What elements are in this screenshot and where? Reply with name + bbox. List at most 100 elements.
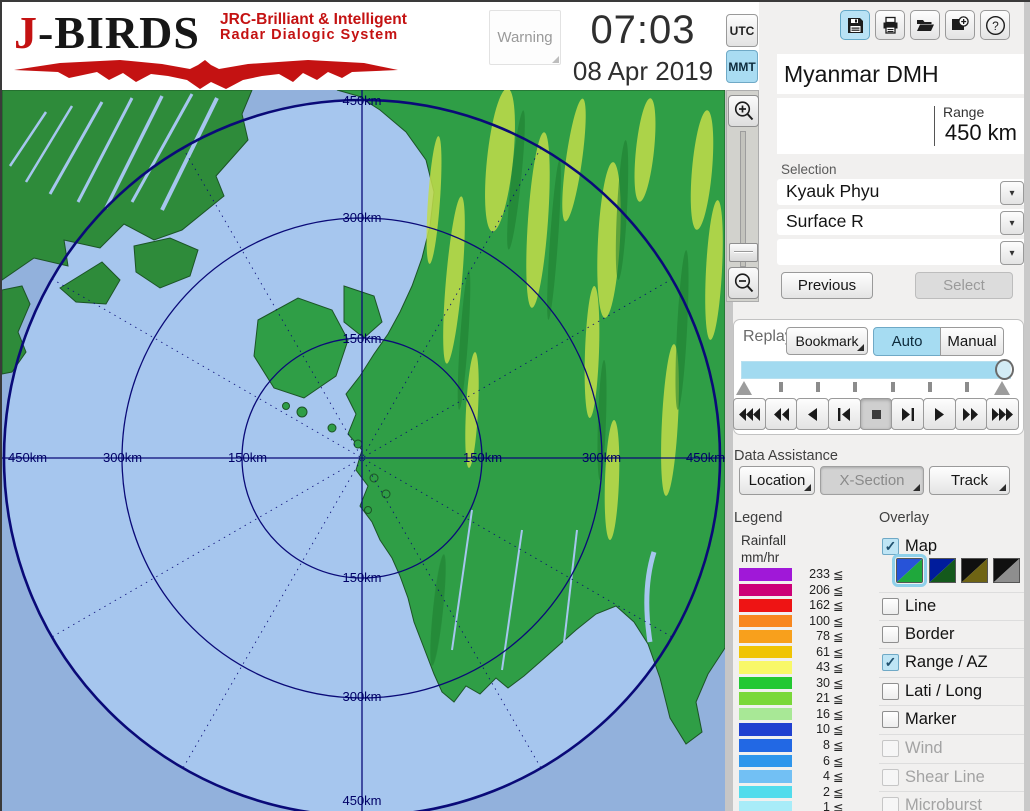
- overlay-item-marker[interactable]: Marker: [879, 705, 1030, 732]
- lte-symbol: ≦: [833, 629, 843, 644]
- seek-tick: [928, 382, 932, 392]
- overlay-item-range-az[interactable]: ✓ Range / AZ: [879, 648, 1030, 675]
- lte-symbol: ≦: [833, 676, 843, 691]
- map-style-swatch-3[interactable]: [961, 558, 988, 583]
- data-assistance-label: Data Assistance: [734, 448, 838, 464]
- step-forward-icon: [901, 408, 915, 421]
- overlay-item-lati-long[interactable]: Lati / Long: [879, 677, 1030, 704]
- legend-unit-line1: Rainfall: [741, 533, 786, 548]
- ring-label: 300km: [103, 450, 142, 465]
- legend-row: 16≦: [733, 707, 873, 723]
- overlay-item-label: Lati / Long: [905, 682, 982, 701]
- menu-corner-icon: [913, 484, 920, 491]
- overlay-item-border[interactable]: Border: [879, 620, 1030, 647]
- checkbox-range-az[interactable]: ✓: [882, 654, 899, 671]
- overlay-item-wind: Wind: [879, 734, 1030, 761]
- ring-label: 300km: [342, 689, 381, 704]
- ring-label: 450km: [342, 793, 381, 808]
- xsection-button[interactable]: X-Section: [820, 466, 924, 495]
- check-icon: ✓: [885, 539, 897, 553]
- menu-corner-icon: [999, 484, 1006, 491]
- checkbox-marker[interactable]: [882, 711, 899, 728]
- checkbox-map[interactable]: ✓: [882, 538, 899, 555]
- checkbox-line[interactable]: [882, 598, 899, 615]
- legend-color-swatch: [739, 755, 792, 768]
- replay-seek-bar[interactable]: [741, 361, 1011, 379]
- legend-row: 1≦: [733, 800, 873, 811]
- overlay-item-label: Line: [905, 597, 936, 616]
- map-style-swatch-1[interactable]: [896, 558, 923, 583]
- step-backward-button[interactable]: [828, 398, 861, 430]
- bookmark-button[interactable]: Bookmark: [786, 327, 868, 355]
- overlay-item-shear-line: Shear Line: [879, 763, 1030, 790]
- auto-button[interactable]: Auto: [873, 327, 941, 356]
- double-rewind-icon: [773, 408, 789, 421]
- legend-color-swatch: [739, 677, 792, 690]
- checkbox-border[interactable]: [882, 626, 899, 643]
- track-button[interactable]: Track: [929, 466, 1010, 495]
- lte-symbol: ≦: [833, 645, 843, 660]
- site-dropdown[interactable]: Kyauk Phyu ▾: [777, 179, 1027, 205]
- play-reverse-button[interactable]: [796, 398, 829, 430]
- brand-rest: -BIRDS: [38, 7, 200, 58]
- replay-panel: Replay Bookmark Auto Manual: [733, 319, 1024, 435]
- overlay-item-label: Wind: [905, 739, 943, 758]
- lte-symbol: ≦: [833, 583, 843, 598]
- chevron-down-icon[interactable]: ▾: [1000, 241, 1024, 265]
- play-button[interactable]: [923, 398, 956, 430]
- step-back-icon: [837, 408, 851, 421]
- location-button[interactable]: Location: [739, 466, 815, 495]
- fast-forward-button[interactable]: [955, 398, 988, 430]
- previous-button[interactable]: Previous: [781, 272, 873, 299]
- legend-value: 16: [793, 707, 830, 721]
- ring-label: 150km: [228, 450, 267, 465]
- product-dropdown[interactable]: Surface R ▾: [777, 209, 1027, 235]
- range-end-marker[interactable]: [994, 381, 1010, 395]
- legend-row: 100≦: [733, 614, 873, 630]
- map-style-icon: [994, 559, 1019, 582]
- legend-color-swatch: [739, 630, 792, 643]
- rewind-button[interactable]: [765, 398, 798, 430]
- overlay-item-map[interactable]: ✓ Map: [879, 533, 1030, 559]
- range-start-marker[interactable]: [736, 381, 752, 395]
- legend-value: 30: [793, 676, 830, 690]
- legend-row: 43≦: [733, 660, 873, 676]
- legend-row: 206≦: [733, 583, 873, 599]
- step-forward-button[interactable]: [891, 398, 924, 430]
- legend-value: 43: [793, 660, 830, 674]
- legend-row: 162≦: [733, 598, 873, 614]
- legend-row: 233≦: [733, 567, 873, 583]
- map-style-swatch-2[interactable]: [929, 558, 956, 583]
- checkbox-lati-long[interactable]: [882, 683, 899, 700]
- chevron-down-icon[interactable]: ▾: [1000, 181, 1024, 205]
- overlay-item-line[interactable]: Line: [879, 592, 1030, 619]
- lte-symbol: ≦: [833, 598, 843, 613]
- seek-tick: [965, 382, 969, 392]
- chevron-down-icon[interactable]: ▾: [1000, 211, 1024, 235]
- control-panel: Myanmar DMH Range 450 km Selection Kyauk…: [733, 2, 1030, 811]
- legend-color-swatch: [739, 723, 792, 736]
- legend-color-swatch: [739, 615, 792, 628]
- legend-row: 61≦: [733, 645, 873, 661]
- skip-backward-fast-button[interactable]: [733, 398, 766, 430]
- skip-forward-fast-button[interactable]: [986, 398, 1019, 430]
- lte-symbol: ≦: [833, 754, 843, 769]
- map-style-swatch-4[interactable]: [993, 558, 1020, 583]
- radar-map[interactable]: 450km 300km 150km 150km 300km 450km 450k…: [2, 90, 725, 811]
- tagline-line1: JRC-Brilliant & Intelligent: [220, 12, 407, 28]
- legend-value: 100: [793, 614, 830, 628]
- ring-label: 150km: [342, 331, 381, 346]
- option-dropdown[interactable]: ▾: [777, 239, 1027, 265]
- station-title: Myanmar DMH: [777, 54, 1027, 94]
- legend-value: 233: [793, 567, 830, 581]
- map-style-icon: [897, 559, 922, 582]
- legend-color-swatch: [739, 584, 792, 597]
- manual-button[interactable]: Manual: [940, 327, 1004, 356]
- legend-row: 30≦: [733, 676, 873, 692]
- lte-symbol: ≦: [833, 738, 843, 753]
- seek-handle[interactable]: [995, 359, 1014, 380]
- stop-button[interactable]: [860, 398, 893, 430]
- select-button[interactable]: Select: [915, 272, 1013, 299]
- warning-button[interactable]: Warning: [489, 10, 561, 65]
- lte-symbol: ≦: [833, 707, 843, 722]
